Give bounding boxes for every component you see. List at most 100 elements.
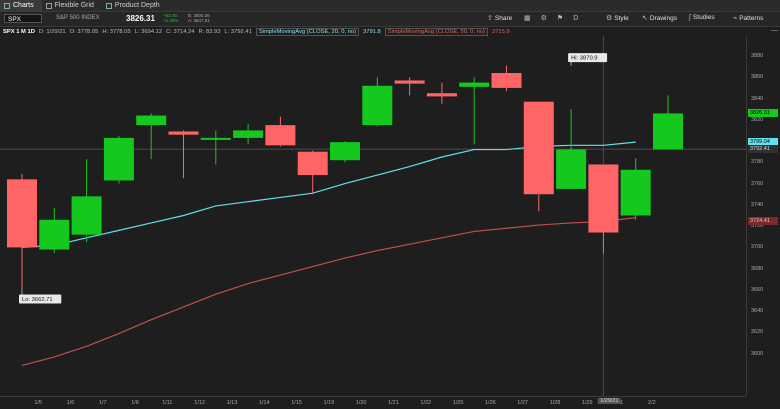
date-tick: 1/13 (226, 400, 238, 406)
tab-product-depth[interactable]: Product Depth (102, 0, 168, 11)
share-icon: ⇪ (487, 15, 493, 22)
candle-body (297, 151, 328, 176)
high-annotation-label: Hi: 3870.9 (571, 56, 597, 62)
candle-body (491, 73, 522, 88)
gear-icon: ⚙ (606, 15, 613, 22)
drawings-label: Drawings (649, 14, 677, 22)
sma50-study-label[interactable]: SimpleMovingAvg (CLOSE, 50, 0, no) (384, 27, 488, 36)
drawings-button[interactable]: ↖ Drawings (642, 14, 677, 23)
grid-icon (45, 2, 52, 9)
date-tick: 1/5 (34, 400, 42, 406)
patterns-button[interactable]: ⌁ Patterns (733, 14, 764, 23)
grid-view-icon[interactable]: ▦ (524, 14, 531, 22)
crosshair-price-badge: 3792.41 (748, 145, 778, 154)
depth-icon (105, 2, 112, 9)
low-annotation-label: Lo: 3662.71 (22, 297, 53, 303)
date-tick: 1/12 (194, 400, 205, 406)
price-tick: 3760 (751, 180, 764, 187)
date-tick: 2/2 (648, 400, 656, 406)
share-label: Share (494, 14, 513, 22)
price-tick: 3660 (751, 286, 764, 293)
tab-label: Flexible Grid (54, 2, 94, 9)
crosshair-date-badge: 1/29/21 (598, 398, 621, 404)
price-tick: 3880 (751, 53, 764, 59)
candle-body (265, 125, 296, 146)
date-tick: 1/29 (581, 400, 593, 406)
price-tick: 3860 (751, 74, 764, 81)
price-chart[interactable]: Hi: 3870.9 Lo: 3662.71 (0, 36, 746, 396)
price-tick: 3640 (751, 308, 764, 315)
aggregation-button[interactable]: D (573, 15, 578, 22)
price-tick: 3700 (751, 244, 764, 251)
tab-charts[interactable]: Charts (0, 0, 42, 11)
symbol-input[interactable]: SPX (4, 14, 42, 23)
style-button[interactable]: ⚙ Style (606, 14, 629, 23)
candle-body (620, 169, 651, 216)
ohlc-range: R: 83.93 (198, 28, 221, 35)
candle-body (39, 219, 70, 250)
candle-body (556, 149, 587, 189)
date-tick: 1/22 (420, 400, 432, 406)
candle-body (459, 82, 490, 87)
ask-price: A: 3847.61 (188, 18, 210, 23)
last-price: 3826.31 (126, 14, 155, 23)
price-axis[interactable]: 3600 3620 3640 3660 3680 3700 3720 3740 3760 3780… (746, 36, 780, 396)
candle-body (394, 80, 425, 84)
candle-body (523, 101, 554, 195)
candle-body (362, 85, 393, 126)
candle-body (7, 179, 37, 248)
sma50-line (21, 217, 636, 367)
patterns-label: Patterns (739, 14, 764, 22)
sma20-study-value: 3791.8 (363, 28, 381, 35)
ohlc-open: O: 3778.05 (69, 28, 99, 35)
last-price-badge: 3826.31 (748, 109, 778, 118)
share-button[interactable]: ⇪ Share (487, 14, 513, 23)
candle-body (233, 130, 264, 138)
tool-buttons: ▦ ⚙ ⚑ D (524, 14, 578, 23)
ohlc-high: H: 3778.05 (102, 28, 131, 35)
candle-body (71, 196, 102, 235)
symbol-period: SPX 1 M 1D (3, 28, 35, 35)
chart-icon (4, 2, 10, 9)
candle-body (103, 137, 134, 181)
price-tick: 3600 (751, 350, 764, 357)
candle-body (136, 115, 167, 126)
ohlc-low: L: 3694.12 (134, 28, 163, 35)
candle-body (588, 164, 619, 233)
sma50-study-value: 3715.9 (491, 28, 510, 35)
collapse-icon[interactable]: — (748, 27, 778, 34)
date-tick: 1/14 (258, 400, 270, 406)
time-axis[interactable]: 1/5 1/6 1/7 1/8 1/11 1/12 1/13 1/14 1/15 1/19 1/20… (0, 396, 746, 409)
date-tick: 1/28 (549, 400, 561, 406)
date-tick: 1/26 (484, 400, 496, 406)
change-pct: +1.39% (163, 18, 179, 23)
studies-label: Studies (692, 14, 715, 21)
chart-toolbar: SPX S&P 500 INDEX 3826.31 +52.45 +1.39% B… (0, 12, 780, 27)
price-tick: 3820 (751, 116, 764, 123)
date-tick: 1/15 (291, 400, 302, 406)
study-header: SPX 1 M 1D D: 1/29/21 O: 3778.05 H: 3778… (0, 27, 746, 36)
patterns-icon: ⌁ (733, 15, 738, 22)
date-tick: 1/6 (66, 400, 75, 406)
candle-body (426, 93, 457, 97)
studies-button[interactable]: ∫ Studies (689, 14, 715, 21)
tab-flexible-grid[interactable]: Flexible Grid (42, 0, 102, 11)
candle-body (653, 113, 683, 150)
sma20-study-label[interactable]: SimpleMovingAvg (CLOSE, 20, 0, no) (255, 27, 360, 36)
sma50-price-badge: 3724.41 (748, 217, 778, 226)
symbol-description: S&P 500 INDEX (56, 15, 100, 21)
date-tick: 1/25 (452, 400, 464, 406)
price-tick: 3740 (751, 201, 764, 208)
flag-icon[interactable]: ⚑ (557, 14, 563, 22)
date-tick: 1/11 (162, 400, 173, 406)
price-tick: 3840 (751, 95, 764, 102)
price-tick: 3680 (751, 265, 764, 272)
candle-body (330, 142, 360, 161)
studies-icon: ∫ (689, 14, 691, 21)
date-tick: 1/7 (98, 400, 107, 406)
date-tick: 1/20 (355, 400, 367, 406)
tab-label: Charts (13, 2, 34, 9)
tab-label: Product Depth (114, 2, 160, 9)
tab-bar: Charts Flexible Grid Product Depth (0, 0, 780, 12)
settings-icon[interactable]: ⚙ (541, 14, 547, 22)
